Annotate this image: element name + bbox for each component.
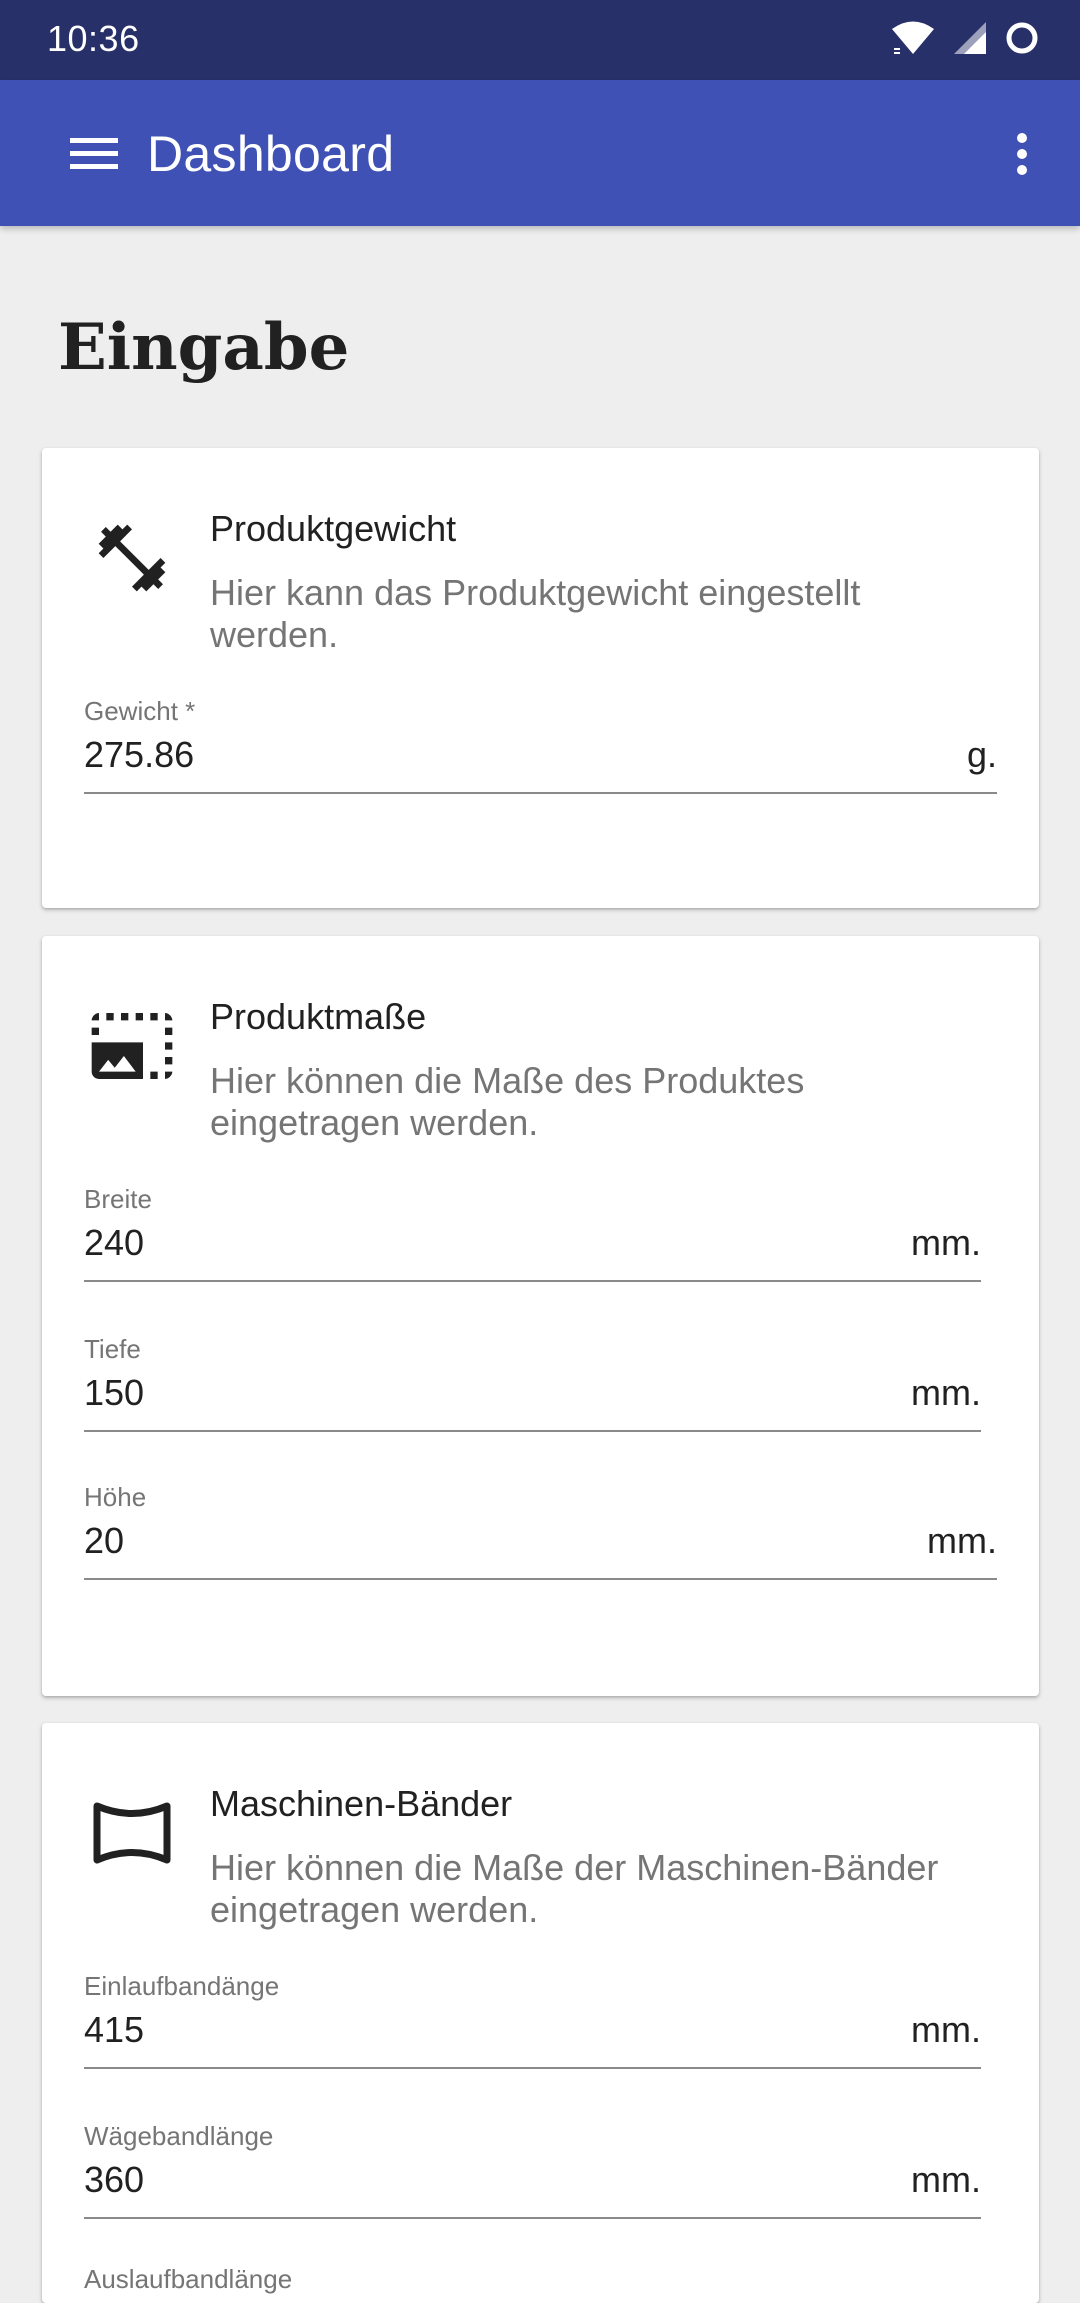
field-unit: mm. <box>911 2159 981 2200</box>
status-time: 10:36 <box>47 18 140 59</box>
dimensions-card: Produktmaße Hier können die Maße des Pro… <box>42 936 1039 1696</box>
width-input[interactable]: 240 <box>84 1222 144 1264</box>
height-input[interactable]: 20 <box>84 1520 124 1562</box>
card-description: Hier können die Maße des Produktes einge… <box>210 1060 805 1143</box>
card-description: Hier kann das Produktgewicht eingestellt… <box>210 572 861 655</box>
card-title: Produktgewicht <box>210 508 457 549</box>
card-title: Produktmaße <box>210 996 427 1037</box>
navigation-menu-button[interactable] <box>58 120 130 192</box>
field-underline <box>84 2217 981 2219</box>
cell-signal-icon <box>952 20 988 61</box>
wifi-icon <box>890 20 936 61</box>
status-icons <box>890 20 1040 60</box>
field-label: Tiefe <box>84 1334 141 1364</box>
more-vert-icon <box>1015 132 1029 181</box>
panorama-belt-icon <box>84 1785 180 1881</box>
field-unit: mm. <box>911 1222 981 1263</box>
field-underline <box>84 1430 981 1432</box>
card-description: Hier können die Maße der Maschinen-Bände… <box>210 1847 939 1930</box>
field-underline <box>84 1578 997 1580</box>
app-bar-title: Dashboard <box>147 126 395 182</box>
hamburger-menu-icon <box>70 136 118 177</box>
field-label: Gewicht * <box>84 696 196 726</box>
belts-card: Maschinen-Bänder Hier können die Maße de… <box>42 1723 1039 2303</box>
card-title: Maschinen-Bänder <box>210 1783 513 1824</box>
depth-input[interactable]: 150 <box>84 1372 144 1414</box>
field-underline <box>84 792 997 794</box>
app-bar: Dashboard <box>0 80 1080 226</box>
field-underline <box>84 1280 981 1282</box>
weighing-belt-input[interactable]: 360 <box>84 2159 144 2201</box>
page-title: Eingabe <box>58 310 350 385</box>
photo-size-select-icon <box>84 998 180 1094</box>
field-label: Einlaufbandänge <box>84 1971 280 2001</box>
field-unit: mm. <box>911 1372 981 1413</box>
overflow-menu-button[interactable] <box>986 120 1058 192</box>
field-label: Höhe <box>84 1482 147 1512</box>
field-underline <box>84 2067 981 2069</box>
dumbbell-icon <box>84 510 180 606</box>
field-unit: g. <box>966 734 997 775</box>
weight-input[interactable]: 275.86 <box>84 734 194 776</box>
battery-icon <box>1004 20 1040 61</box>
field-unit: mm. <box>911 2009 981 2050</box>
field-label: Breite <box>84 1184 152 1214</box>
status-bar: 10:36 <box>0 0 1080 80</box>
field-label: Wägebandlänge <box>84 2121 274 2151</box>
infeed-belt-input[interactable]: 415 <box>84 2009 144 2051</box>
field-unit: mm. <box>927 1520 997 1561</box>
weight-card: Produktgewicht Hier kann das Produktgewi… <box>42 448 1039 908</box>
